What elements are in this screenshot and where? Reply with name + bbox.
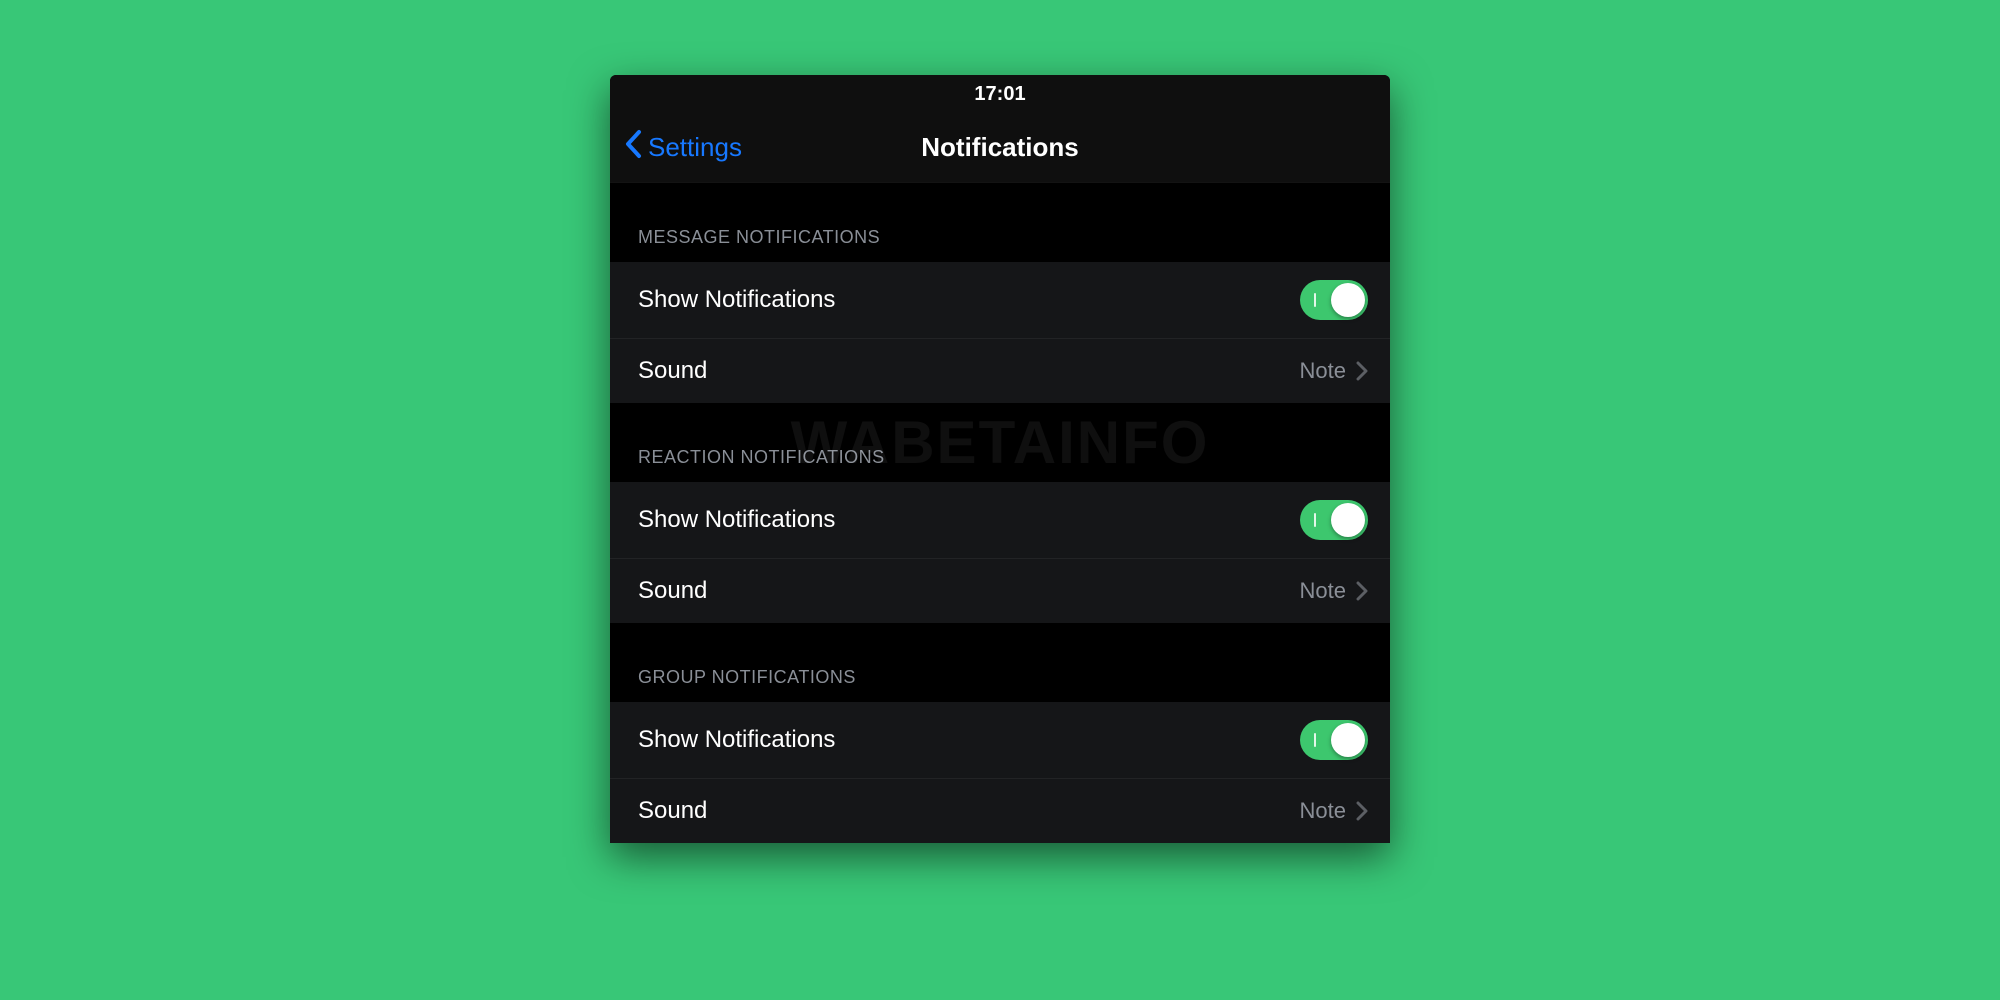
row-label: Show Notifications — [638, 286, 1300, 314]
row-label: Sound — [638, 797, 1300, 825]
row-label: Sound — [638, 577, 1300, 605]
row-value: Note — [1300, 578, 1346, 604]
section-header-group: GROUP NOTIFICATIONS — [610, 657, 1390, 702]
chevron-right-icon — [1356, 801, 1368, 821]
toggle-knob — [1331, 723, 1365, 757]
row-group-show[interactable]: Show Notifications — [610, 702, 1390, 778]
back-button[interactable]: Settings — [624, 113, 742, 182]
section-header-message: MESSAGE NOTIFICATIONS — [610, 217, 1390, 262]
row-reaction-show[interactable]: Show Notifications — [610, 482, 1390, 558]
page-title: Notifications — [921, 132, 1078, 163]
toggle-reaction-show[interactable] — [1300, 500, 1368, 540]
toggle-group-show[interactable] — [1300, 720, 1368, 760]
row-value: Note — [1300, 798, 1346, 824]
status-time: 17:01 — [974, 83, 1025, 106]
row-label: Sound — [638, 357, 1300, 385]
section-gap — [610, 183, 1390, 217]
section-gap — [610, 403, 1390, 437]
section-gap — [610, 623, 1390, 657]
toggle-message-show[interactable] — [1300, 280, 1368, 320]
row-reaction-sound[interactable]: Sound Note — [610, 558, 1390, 623]
toggle-tick-icon — [1314, 513, 1316, 527]
row-message-show[interactable]: Show Notifications — [610, 262, 1390, 338]
section-header-reaction: REACTION NOTIFICATIONS — [610, 437, 1390, 482]
row-group-sound[interactable]: Sound Note — [610, 778, 1390, 843]
nav-bar: Settings Notifications — [610, 113, 1390, 183]
row-label: Show Notifications — [638, 726, 1300, 754]
status-bar: 17:01 — [610, 75, 1390, 113]
chevron-right-icon — [1356, 581, 1368, 601]
chevron-right-icon — [1356, 361, 1368, 381]
row-message-sound[interactable]: Sound Note — [610, 338, 1390, 403]
toggle-knob — [1331, 283, 1365, 317]
phone-screen: 17:01 Settings Notifications MESSAGE NOT… — [610, 75, 1390, 843]
back-label: Settings — [648, 132, 742, 163]
toggle-tick-icon — [1314, 293, 1316, 307]
row-value: Note — [1300, 358, 1346, 384]
toggle-knob — [1331, 503, 1365, 537]
toggle-tick-icon — [1314, 733, 1316, 747]
row-label: Show Notifications — [638, 506, 1300, 534]
chevron-left-icon — [624, 129, 642, 166]
